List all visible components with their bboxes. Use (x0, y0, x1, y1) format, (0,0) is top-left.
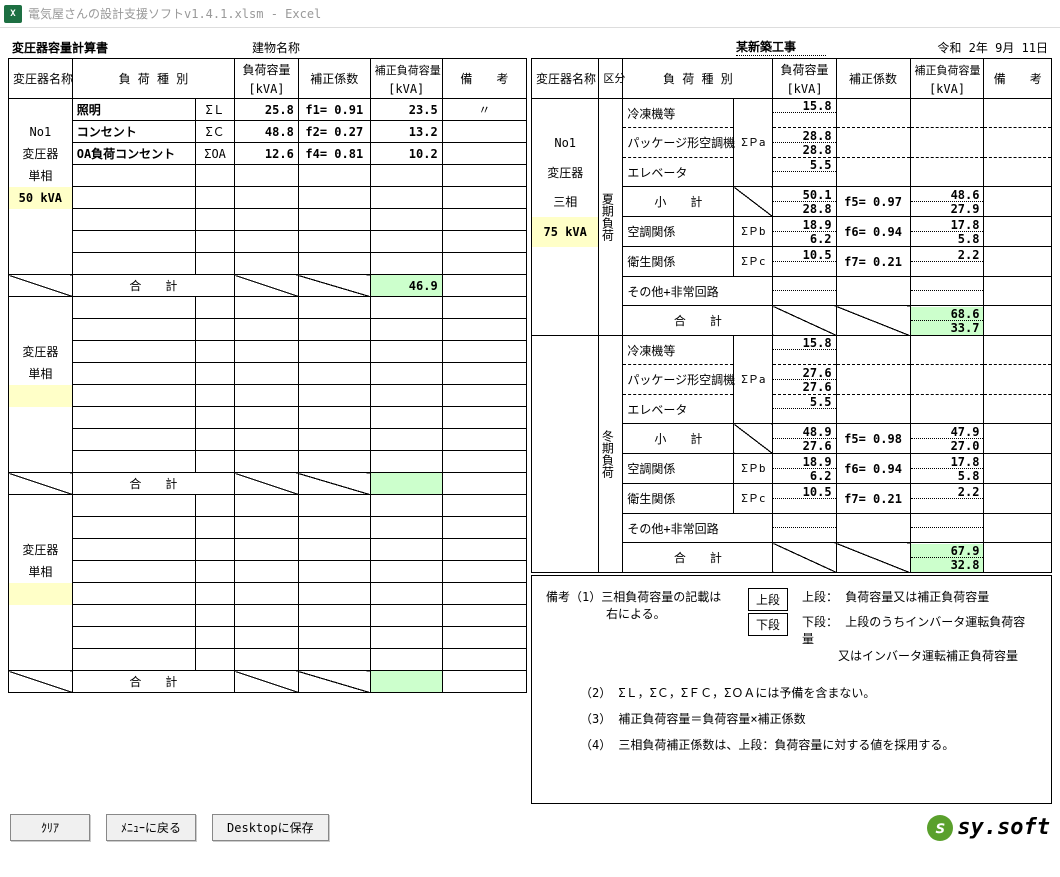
right-rating[interactable]: 75 kVA (531, 217, 598, 247)
row-elevator: エレベータ (623, 158, 734, 187)
note-lower-text2: 又はインバータ運転補正負荷容量 (802, 647, 1037, 664)
note-4: （4） 三相負荷補正係数は、上段：負荷容量に対する値を採用する。 (580, 732, 1039, 758)
building-name: 某新築工事 (736, 38, 826, 56)
clear-button[interactable]: ｸﾘｱ (10, 814, 90, 841)
note-upper-text: 上段： 負荷容量又は補正負荷容量 (802, 588, 1037, 605)
sysoft-logo: s sy.soft (927, 815, 1050, 841)
row-outlet[interactable]: コンセント (72, 121, 195, 143)
tag-lower: 下段 (748, 613, 788, 636)
row-subtotal: 小 計 (623, 187, 734, 217)
transformer-no1: No1 (9, 121, 73, 143)
total1-label: 合 計 (72, 275, 234, 297)
summer-total1: 68.6 (911, 307, 984, 321)
phase-label: 単相 (9, 165, 73, 187)
season-summer: 夏期負荷 (599, 99, 623, 336)
col-division: 区分 (599, 59, 623, 99)
right-no1: No1 (531, 128, 598, 158)
window-titlebar: X 電気屋さんの設計支援ソフトv1.4.1.xlsm - Excel (0, 0, 1060, 28)
note-3: （3） 補正負荷容量＝負荷容量×補正係数 (580, 706, 1039, 732)
col-load-type: 負 荷 種 別 (72, 59, 234, 99)
summer-total-label: 合 計 (623, 306, 773, 336)
col-corr-cap: 補正負荷容量 (370, 59, 442, 81)
col-load-cap-unit: [kVA] (235, 80, 299, 99)
winter-total-label: 合 計 (623, 543, 773, 573)
col-corr: 補正係数 (298, 59, 370, 99)
row-package: パッケージ形空調機 (623, 128, 734, 158)
note-lower-text: 下段： 上段のうちインバータ運転負荷容量 (802, 613, 1037, 647)
logo-icon: s (927, 815, 953, 841)
summer-total2: 33.7 (911, 321, 984, 335)
building-label: 建物名称 (248, 36, 732, 58)
note-2: （2） ΣＬ，ΣＣ，ΣＦＣ，ΣＯＡには予備を含まない。 (580, 680, 1039, 706)
row-oa[interactable]: OA負荷コンセント (72, 143, 195, 165)
row-lighting[interactable]: 照明 (72, 99, 195, 121)
tag-upper: 上段 (748, 588, 788, 611)
row-sanitary: 衛生関係 (623, 247, 734, 277)
row-other: その他+非常回路 (623, 277, 773, 306)
season-winter: 冬期負荷 (599, 336, 623, 573)
save-desktop-button[interactable]: Desktopに保存 (212, 814, 329, 841)
menu-return-button[interactable]: ﾒﾆｭｰに戻る (106, 814, 196, 841)
note-1b: 右による。 (546, 605, 746, 622)
col-note: 備 考 (442, 59, 526, 99)
row-hvac: 空調関係 (623, 217, 734, 247)
col-corr-cap-unit: [kVA] (370, 80, 442, 99)
row-reefer: 冷凍機等 (623, 99, 734, 128)
winter-total2: 32.8 (911, 558, 984, 572)
winter-total1: 67.9 (911, 544, 984, 558)
excel-icon: X (4, 5, 22, 23)
note-1a: 備考（1）三相負荷容量の記載は (546, 588, 746, 605)
col-transformer-name: 変圧器名称 (9, 59, 73, 99)
transformer-rating-1[interactable]: 50 kVA (9, 187, 73, 209)
app-title: 電気屋さんの設計支援ソフトv1.4.1.xlsm - Excel (28, 5, 321, 22)
doc-title: 変圧器容量計算書 (8, 36, 248, 58)
doc-date: 令和 2年 9月 11日 (892, 36, 1052, 58)
total1-value: 46.9 (370, 275, 442, 297)
col-load-cap: 負荷容量 (235, 59, 299, 81)
transformer-type-label: 変圧器 (9, 143, 73, 165)
